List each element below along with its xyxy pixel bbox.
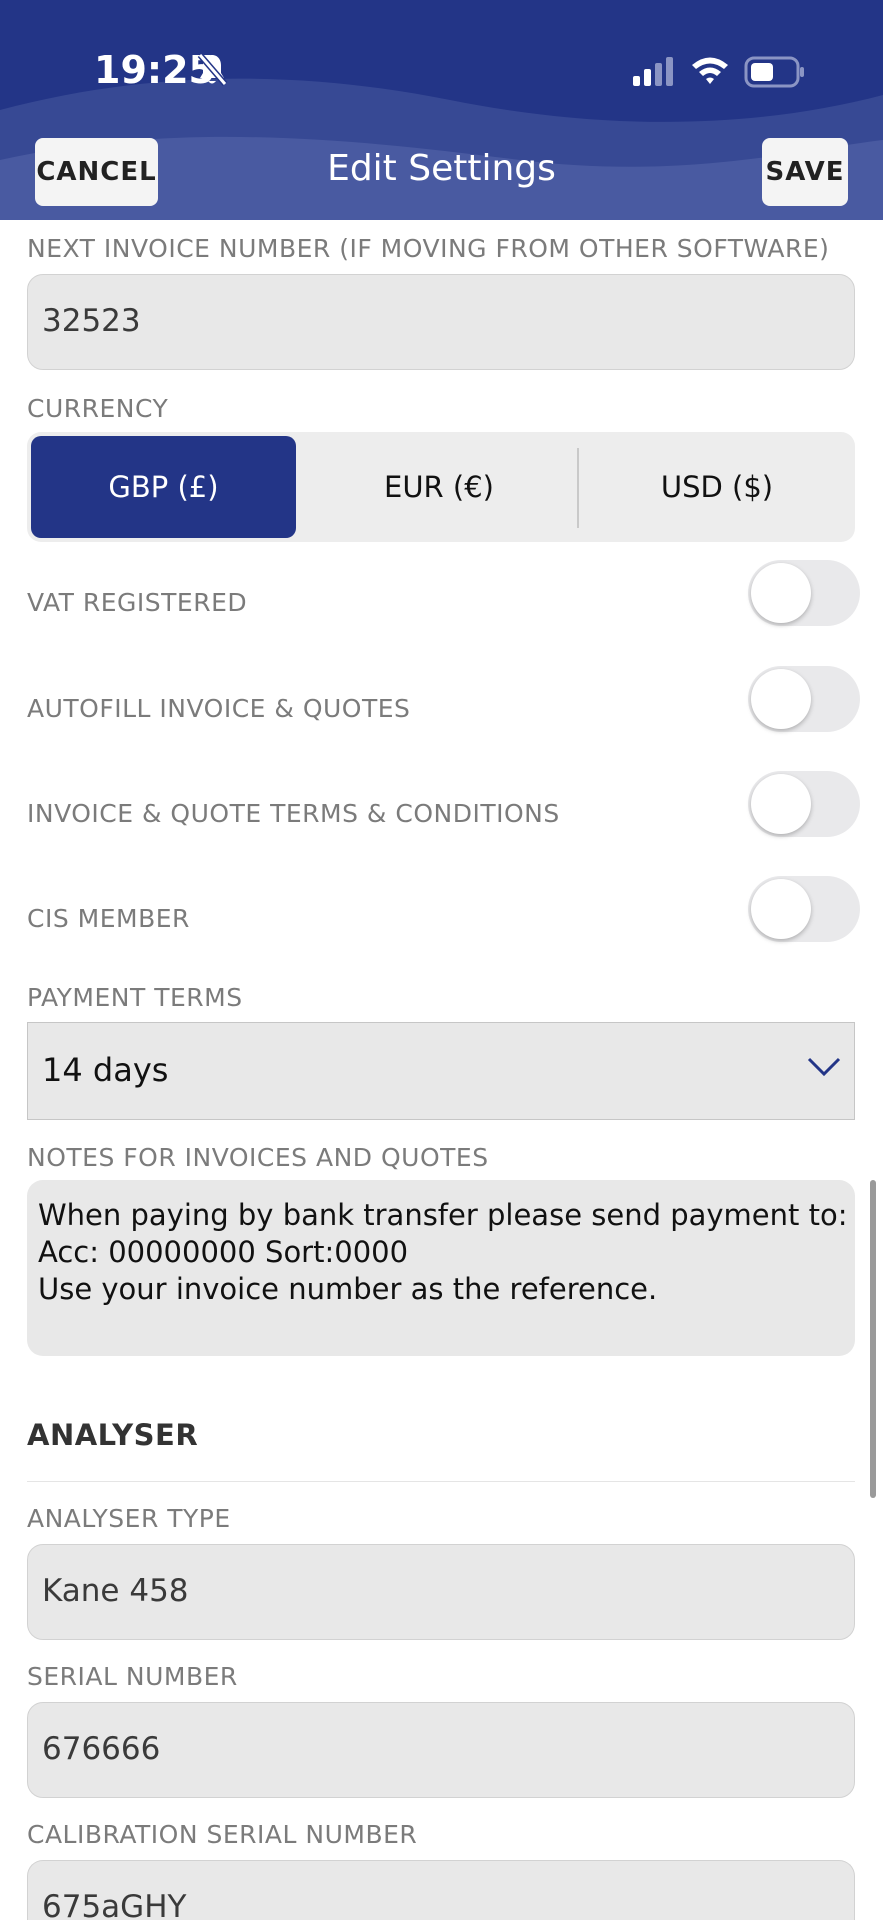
notes-line: When paying by bank transfer please send… — [38, 1198, 848, 1232]
terms-conditions-toggle[interactable] — [748, 771, 860, 837]
next-invoice-label: NEXT INVOICE NUMBER (IF MOVING FROM OTHE… — [27, 234, 830, 263]
vat-registered-label: VAT REGISTERED — [27, 588, 248, 617]
save-button[interactable]: SAVE — [762, 138, 848, 206]
bell-slash-icon — [197, 53, 228, 86]
segment-divider — [577, 448, 579, 528]
calibration-serial-label: CALIBRATION SERIAL NUMBER — [27, 1820, 418, 1849]
terms-conditions-label: INVOICE & QUOTE TERMS & CONDITIONS — [27, 799, 560, 828]
currency-option-gbp[interactable]: GBP (£) — [31, 436, 296, 538]
signal-icon — [633, 57, 673, 86]
scrollbar[interactable] — [870, 1180, 876, 1498]
autofill-label: AUTOFILL INVOICE & QUOTES — [27, 694, 411, 723]
payment-terms-select[interactable]: 14 days — [27, 1022, 855, 1120]
next-invoice-value: 32523 — [42, 303, 141, 339]
toggle-knob — [751, 879, 811, 939]
calibration-serial-field[interactable]: 675aGHY — [27, 1860, 855, 1925]
wifi-icon — [692, 57, 728, 84]
currency-label: CURRENCY — [27, 394, 169, 423]
currency-option-eur[interactable]: EUR (€) — [304, 436, 574, 538]
toggle-knob — [751, 669, 811, 729]
section-divider — [27, 1481, 855, 1482]
analyser-type-label: ANALYSER TYPE — [27, 1504, 231, 1533]
payment-terms-label: PAYMENT TERMS — [27, 983, 243, 1012]
battery-icon — [744, 56, 804, 88]
analyser-type-field[interactable]: Kane 458 — [27, 1544, 855, 1640]
cis-member-label: CIS MEMBER — [27, 904, 190, 933]
notes-label: NOTES FOR INVOICES AND QUOTES — [27, 1143, 489, 1172]
payment-terms-value: 14 days — [42, 1051, 169, 1089]
chevron-down-icon — [807, 1057, 841, 1077]
cis-member-toggle[interactable] — [748, 876, 860, 942]
notes-line: Use your invoice number as the reference… — [38, 1272, 658, 1306]
toggle-knob — [751, 563, 811, 623]
autofill-toggle[interactable] — [748, 666, 860, 732]
page-title: Edit Settings — [327, 148, 556, 189]
currency-segmented-control: GBP (£) EUR (€) USD ($) — [27, 432, 855, 542]
serial-number-value: 676666 — [42, 1731, 161, 1767]
serial-number-label: SERIAL NUMBER — [27, 1662, 238, 1691]
next-invoice-field[interactable]: 32523 — [27, 274, 855, 370]
toggle-knob — [751, 774, 811, 834]
app-header: 19:25 CANCEL Edit Settings SAVE — [0, 0, 883, 220]
analyser-section-heading: ANALYSER — [27, 1418, 199, 1452]
vat-registered-toggle[interactable] — [748, 560, 860, 626]
notes-textarea[interactable]: When paying by bank transfer please send… — [27, 1180, 855, 1356]
analyser-type-value: Kane 458 — [42, 1573, 189, 1609]
currency-option-usd[interactable]: USD ($) — [583, 436, 851, 538]
serial-number-field[interactable]: 676666 — [27, 1702, 855, 1798]
notes-line: Acc: 00000000 Sort:0000 — [38, 1235, 409, 1269]
